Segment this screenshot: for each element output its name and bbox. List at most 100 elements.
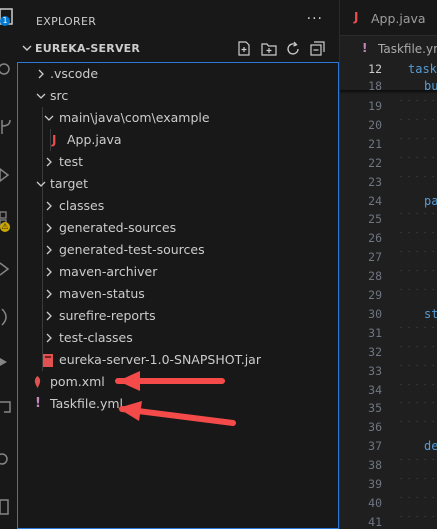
whitespace-dots [395, 364, 437, 380]
whitespace-dots [395, 175, 437, 191]
run-debug-icon[interactable] [0, 166, 17, 188]
more-actions-icon[interactable]: ··· [307, 11, 323, 27]
accounts-icon[interactable] [0, 496, 17, 522]
docker-icon[interactable] [0, 352, 17, 376]
line-number: 32 [368, 344, 382, 359]
line-number: 22 [368, 155, 382, 170]
tree-item-surefire-reports[interactable]: surefire-reports [18, 305, 338, 327]
whitespace-dots [395, 270, 437, 286]
tree-item-label: generated-test-sources [59, 242, 205, 257]
whitespace-dots [395, 496, 437, 512]
whitespace-dots [395, 251, 437, 267]
tree-item-label: surefire-reports [59, 308, 156, 323]
collapse-all-icon[interactable] [308, 40, 326, 58]
tree-item-label: target [50, 176, 89, 191]
tree-item-label: main\java\com\example [59, 110, 210, 125]
tree-item-vscode[interactable]: .vscode [18, 63, 338, 85]
tree-item-classes[interactable]: classes [18, 195, 338, 217]
java-file-icon: J [52, 133, 57, 147]
tree-item-src[interactable]: src [18, 85, 338, 107]
project-header[interactable]: EUREKA-SERVER [17, 38, 339, 60]
tree-item-target[interactable]: target [18, 173, 338, 195]
whitespace-dots [395, 100, 437, 115]
code-line: st [424, 306, 437, 321]
breadcrumb-label: Taskfile.yml [378, 42, 437, 56]
whitespace-dots [395, 118, 437, 134]
line-number: 20 [368, 117, 382, 132]
whitespace-dots [395, 326, 437, 342]
whitespace-dots [395, 345, 437, 361]
tab-bar: J App.java [340, 0, 437, 36]
tree-item-test-classes[interactable]: test-classes [18, 327, 338, 349]
chevron-right-icon [46, 333, 52, 343]
tree-item-label: src [50, 88, 69, 103]
source-control-icon[interactable] [0, 118, 17, 140]
chevron-down-icon [44, 115, 54, 121]
tree-item-test[interactable]: test [18, 151, 338, 173]
line-number: 41 [368, 514, 382, 529]
timeline-icon[interactable] [0, 450, 17, 472]
tree-item-maven-archiver[interactable]: maven-archiver [18, 261, 338, 283]
editor-area: J App.java ! Taskfile.yml 12task18bu1920… [339, 0, 437, 529]
tab-app-java[interactable]: J App.java [340, 0, 437, 35]
java-file-icon: J [354, 10, 359, 24]
search-icon[interactable] [0, 62, 17, 84]
line-number: 34 [368, 382, 382, 397]
line-number: 40 [368, 495, 382, 510]
remote-icon[interactable] [0, 306, 17, 332]
refresh-icon[interactable] [284, 40, 302, 58]
whitespace-dots [395, 402, 437, 418]
code-line: de [424, 439, 437, 454]
line-number: 31 [368, 325, 382, 340]
whitespace-dots [395, 421, 437, 437]
chevron-down-icon [22, 45, 32, 51]
tree-item-jar[interactable]: eureka-server-1.0-SNAPSHOT.jar [18, 349, 338, 371]
tree-item-label: classes [59, 198, 105, 213]
breadcrumb[interactable]: ! Taskfile.yml [340, 38, 437, 60]
line-number: 33 [368, 363, 382, 378]
tree-item-app-java[interactable]: J App.java [18, 129, 338, 151]
line-number: 38 [368, 458, 382, 473]
whitespace-dots [395, 232, 437, 248]
new-folder-icon[interactable] [260, 40, 278, 58]
line-number: 28 [368, 269, 382, 284]
chevron-right-icon [38, 69, 44, 79]
tree-item-label: maven-archiver [59, 264, 158, 279]
line-number: 24 [368, 193, 382, 208]
line-number: 30 [368, 306, 382, 321]
chevron-right-icon [46, 311, 52, 321]
tree-item-label: .vscode [50, 66, 99, 81]
line-number: 25 [368, 212, 382, 227]
new-file-icon[interactable] [235, 40, 253, 58]
chevron-right-icon [46, 201, 52, 211]
tree-item-label: App.java [67, 132, 122, 147]
tree-item-label: maven-status [59, 286, 145, 301]
testing-icon[interactable] [0, 260, 17, 282]
whitespace-dots [395, 478, 437, 493]
tree-item-label: eureka-server-1.0-SNAPSHOT.jar [59, 352, 261, 367]
tree-item-label: test [59, 154, 84, 169]
chevron-down-icon [36, 181, 46, 187]
chevron-right-icon [46, 289, 52, 299]
explorer-title: EXPLORER [36, 15, 97, 28]
explorer-panel: EXPLORER ··· EUREKA-SERVER .vscode src m… [17, 0, 339, 529]
chevron-right-icon [46, 223, 52, 233]
project-name: EUREKA-SERVER [35, 42, 141, 55]
tree-item-taskfile-yml[interactable]: ! Taskfile.yml [18, 393, 338, 415]
tree-item-pom-xml[interactable]: pom.xml [18, 371, 338, 393]
line-number: 12 [368, 62, 382, 76]
chevron-right-icon [46, 157, 52, 167]
file-tree: .vscode src main\java\com\example J App.… [17, 62, 339, 529]
line-number: 27 [368, 250, 382, 265]
chevron-down-icon [36, 93, 46, 99]
tree-item-generated-test-sources[interactable]: generated-test-sources [18, 239, 338, 261]
line-number: 29 [368, 288, 382, 302]
tree-item-generated-sources[interactable]: generated-sources [18, 217, 338, 239]
tree-item-main-java-com-example[interactable]: main\java\com\example [18, 107, 338, 129]
line-number: 26 [368, 231, 382, 246]
whitespace-dots [395, 137, 437, 153]
whitespace-dots [395, 515, 437, 529]
whitespace-dots [395, 289, 437, 304]
chat-icon[interactable] [0, 398, 17, 424]
tree-item-maven-status[interactable]: maven-status [18, 283, 338, 305]
